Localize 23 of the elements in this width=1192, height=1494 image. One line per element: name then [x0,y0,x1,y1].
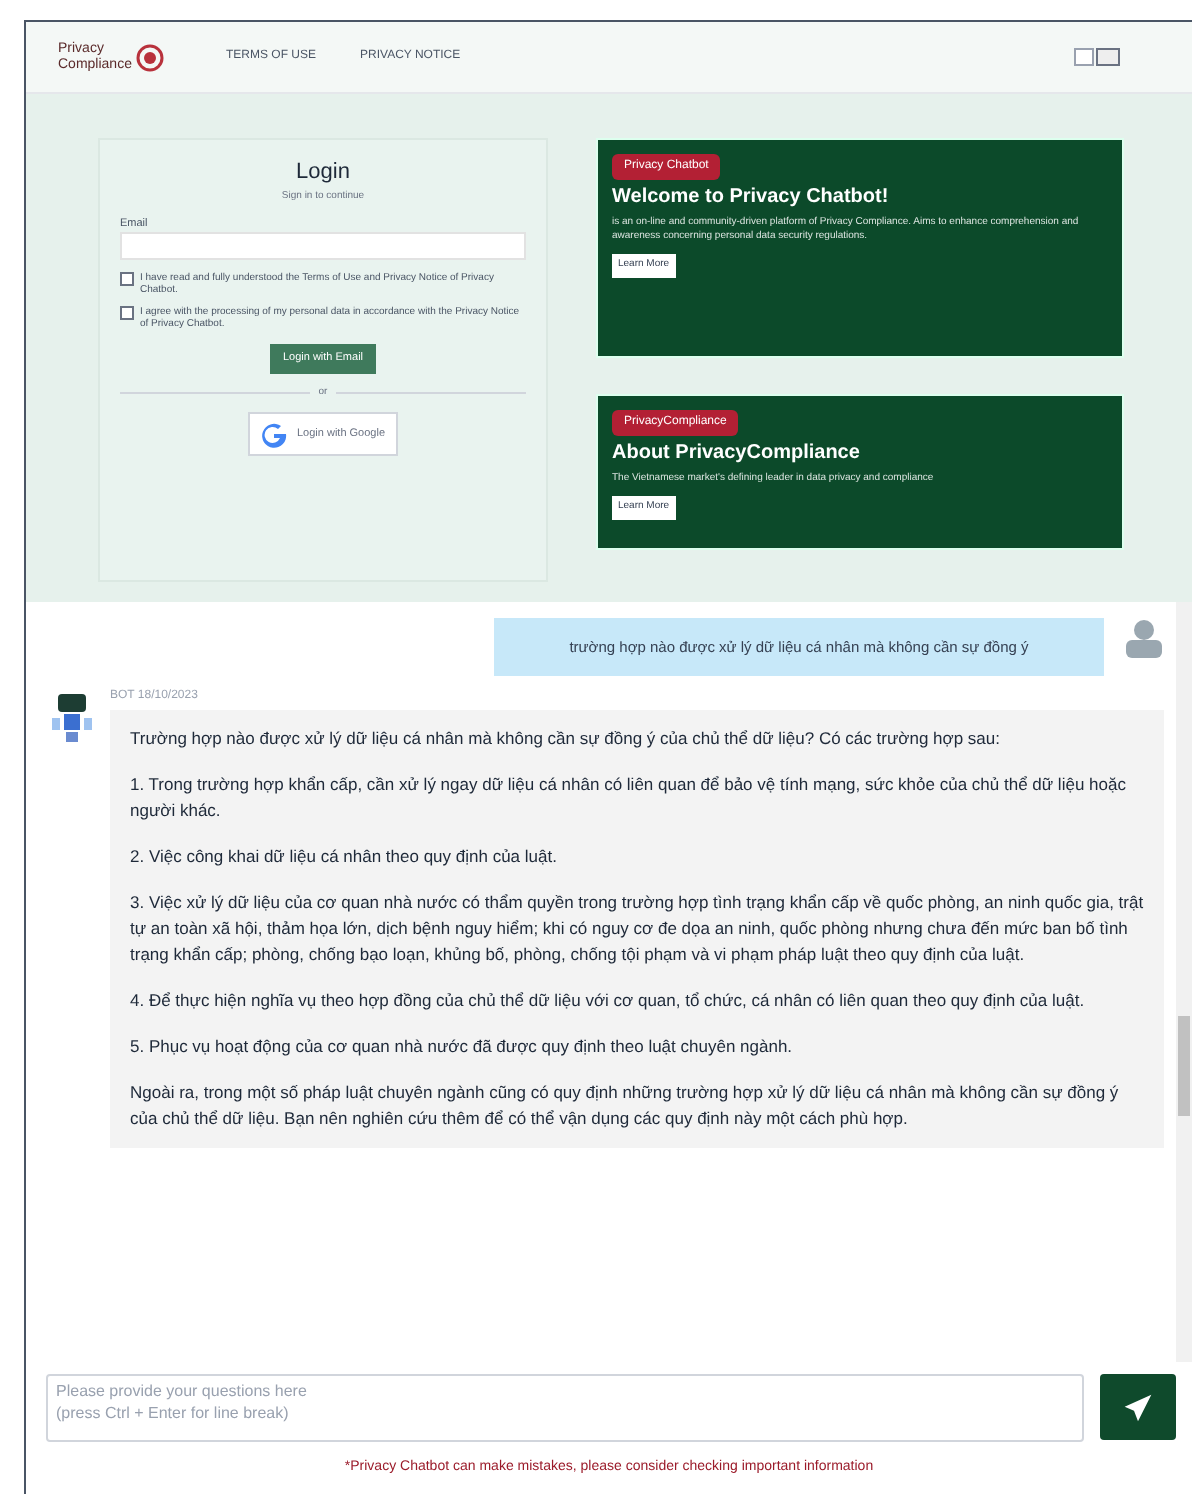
user-avatar-icon [1124,618,1164,658]
email-field[interactable] [120,232,526,261]
toggle-button[interactable] [1074,48,1094,66]
toggle-button[interactable] [1096,48,1120,66]
card-title: Welcome to Privacy Chatbot! [612,186,889,210]
card-title: About PrivacyCompliance [612,442,860,466]
message-text: 1. Trong trường hợp khẩn cấp, cần xử lý ngay dữ liệu cá nhân có liên quan để bảo vệ tính mạng, sức khỏe của chủ thể dữ liệu hoặc người khác. [130,772,1128,825]
message-text: Ngoài ra, trong một số pháp luật chuyên ngành cũng có quy định những trường hợp xử lý dữ liệu cá nhân mà không cần sự đồng ý của chủ thể dữ liệu. Bạn nên nghiên cứu thêm để có thể vận dụng các quy định này một cách phù hợp. [130,1080,1121,1133]
flower-icon [135,43,164,71]
scrollbar[interactable] [1176,602,1192,1361]
robot-icon [50,692,94,745]
message-text: Trường hợp nào được xử lý dữ liệu cá nhân mà không cần sự đồng ý của chủ thể dữ liệu? Có các trường hợp sau: [130,726,1003,753]
message-text: 5. Phục vụ hoạt động của cơ quan nhà nước đã được quy định theo luật chuyên ngành. [130,1034,795,1061]
login-title: Login [296,158,350,188]
checkbox[interactable] [120,272,134,287]
message-text: 3. Việc xử lý dữ liệu của cơ quan nhà nước có thẩm quyền trong trường hợp tình trạng khẩn cấp về quốc phòng, an ninh quốc gia, trật tự an toàn xã hội, thảm họa lớn, dịch bệnh nguy hiểm; khi có nguy cơ đe dọa an ninh, quốc phòng nhưng chưa đến mức ban bố tình trạng khẩn cấp; phòng, chống bạo loạn, khủng bố, phòng, chống tội phạm và vi phạm pháp luật theo quy định của luật. [130,890,1144,969]
message-text: 4. Để thực hiện nghĩa vụ theo hợp đồng của chủ thể dữ liệu với cơ quan, tổ chức, cá nhân có liên quan theo quy định của luật. [130,988,1087,1015]
message-text: 2. Việc công khai dữ liệu cá nhân theo quy định của luật. [130,844,559,871]
question-field[interactable]: Please provide your questions here (press Ctrl + Enter for line break) [46,1373,1084,1441]
send-button[interactable] [1100,1374,1176,1440]
send-icon [1122,1391,1154,1423]
g-icon [260,420,289,448]
checkbox[interactable] [120,306,134,321]
